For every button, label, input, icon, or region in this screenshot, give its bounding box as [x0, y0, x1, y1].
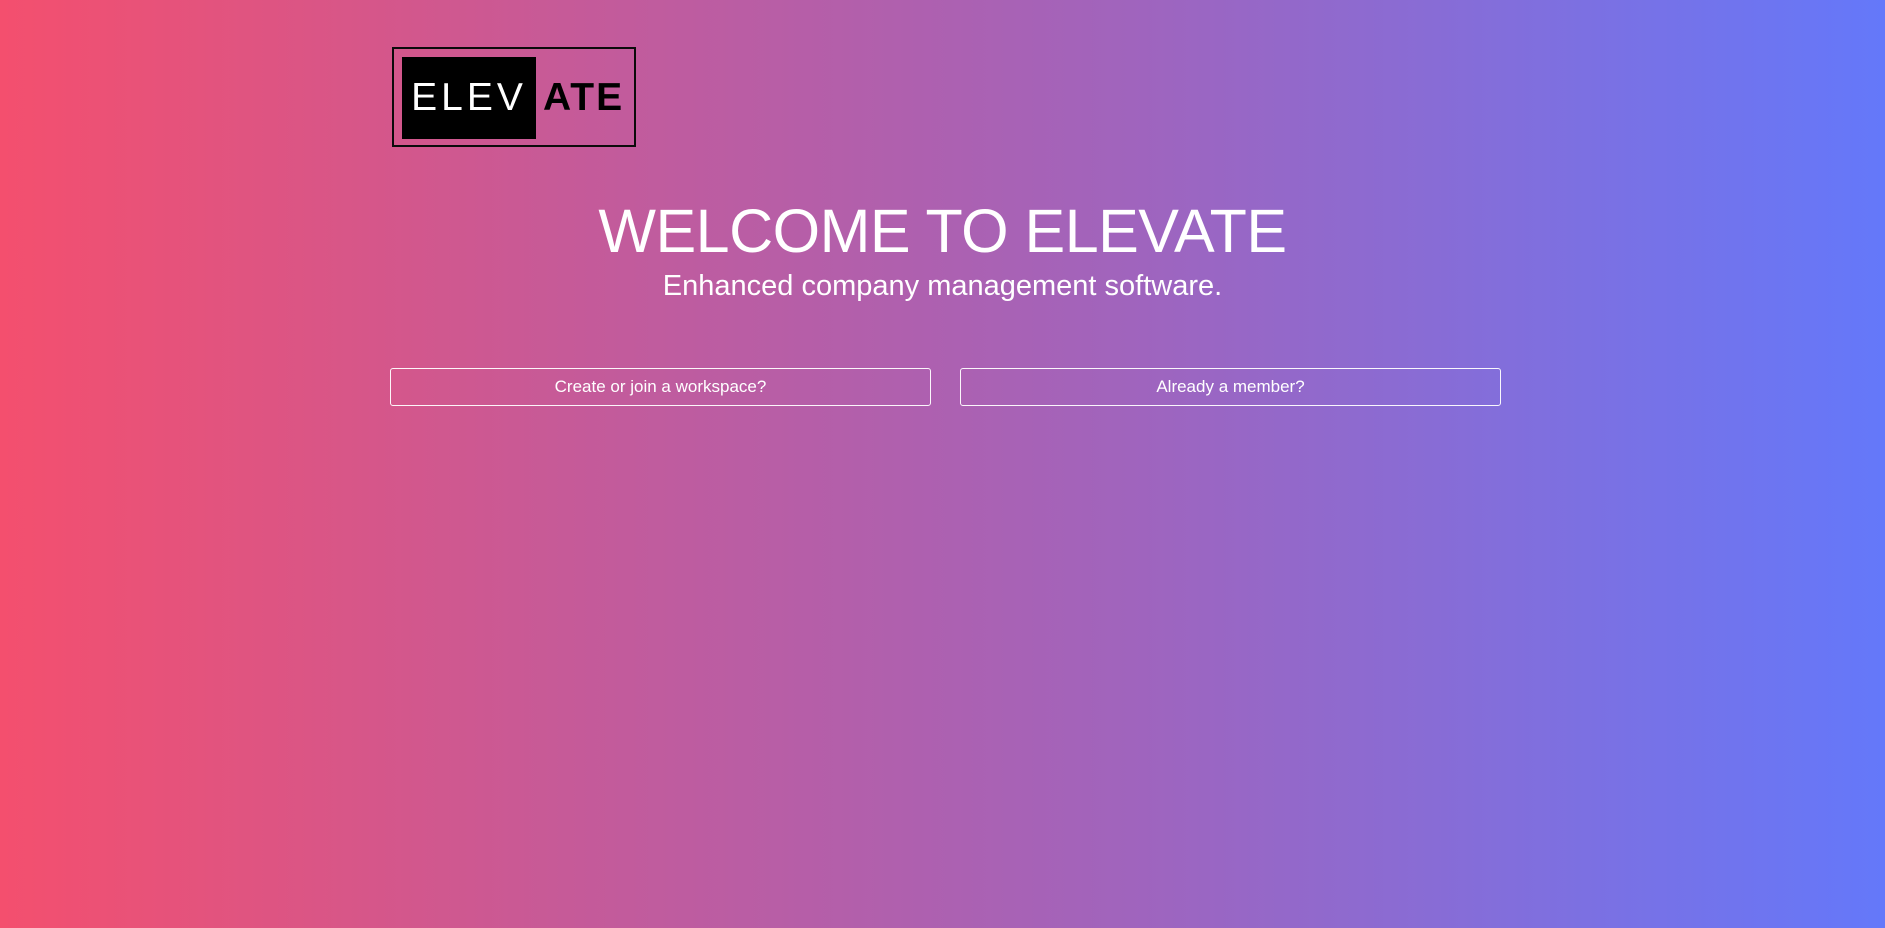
already-member-button[interactable]: Already a member? — [960, 368, 1501, 406]
page-subtitle: Enhanced company management software. — [662, 270, 1223, 302]
elevate-logo: ELEV ATE — [392, 47, 636, 147]
logo-text: ATE — [543, 76, 625, 119]
logo-inverted-block: ELEV — [402, 57, 536, 139]
page-title: WELCOME TO ELEVATE — [598, 197, 1287, 265]
create-join-workspace-button[interactable]: Create or join a workspace? — [390, 368, 931, 406]
